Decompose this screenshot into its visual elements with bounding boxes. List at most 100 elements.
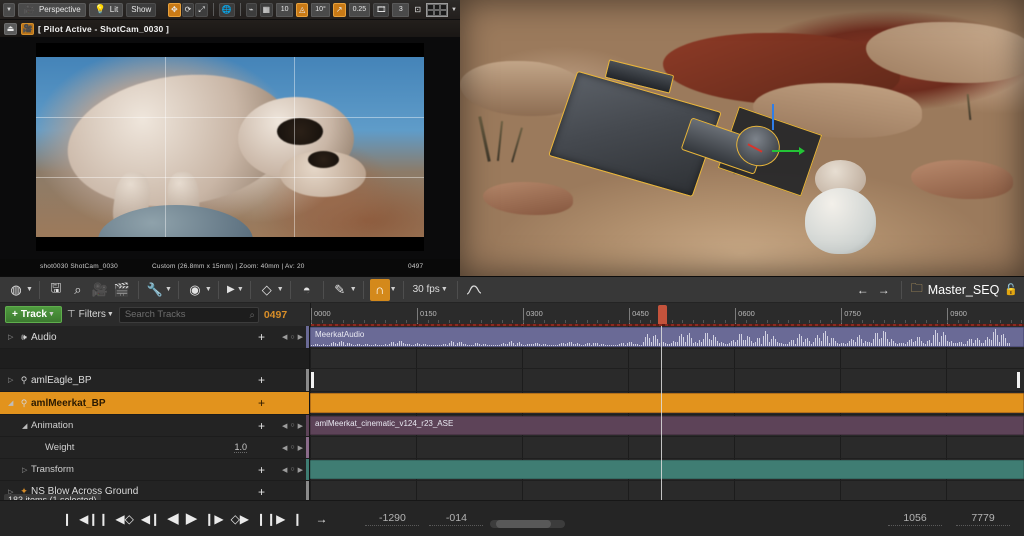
track-row-animation[interactable]: ◢Animation+◀○▶ bbox=[0, 415, 309, 437]
save-icon[interactable]: 🖫 bbox=[46, 279, 66, 301]
track-row-audio[interactable]: ▷🕪Audio+◀○▶ bbox=[0, 326, 309, 349]
camera-speed-value[interactable]: 3 bbox=[392, 3, 409, 17]
breadcrumb-title[interactable]: Master_SEQ bbox=[928, 283, 1000, 297]
track-row-weight[interactable]: Weight1.0◀○▶ bbox=[0, 437, 309, 459]
gizmo-x-axis[interactable] bbox=[772, 150, 800, 152]
timeline-lane[interactable] bbox=[310, 437, 1024, 459]
horizontal-scrollbar[interactable] bbox=[490, 520, 565, 528]
camera-pilot-icon[interactable]: 🎥 bbox=[21, 23, 34, 35]
previous-key-icon[interactable]: ◀ bbox=[282, 444, 287, 452]
track-row-amlmeerkat-bp[interactable]: ◢⚲amlMeerkat_BP+ bbox=[0, 392, 309, 415]
add-key-icon[interactable]: ○ bbox=[290, 466, 294, 473]
start-frame-field[interactable]: -1290 bbox=[365, 512, 419, 526]
globe-icon[interactable]: 🌐 bbox=[219, 3, 235, 17]
viewport-layout-icon[interactable] bbox=[426, 3, 448, 17]
out-frame-field[interactable]: 1056 bbox=[888, 512, 942, 526]
lock-icon[interactable]: 🔓 bbox=[1004, 283, 1018, 296]
eject-icon[interactable]: ⏏ bbox=[4, 23, 17, 35]
previous-key-icon[interactable]: ◀ bbox=[282, 422, 287, 430]
show-button[interactable]: Show bbox=[126, 3, 156, 17]
add-key-icon[interactable]: ○ bbox=[290, 334, 294, 341]
actions-wrench-icon[interactable]: 🔧 bbox=[145, 279, 165, 301]
add-track-section-button[interactable]: + bbox=[258, 464, 265, 476]
chevron-down-icon[interactable]: ▼ bbox=[165, 286, 172, 293]
camera-preview-frame[interactable] bbox=[36, 43, 424, 251]
playback-options-icon[interactable]: ▶ bbox=[225, 279, 237, 301]
curve-editor-icon[interactable] bbox=[464, 279, 484, 301]
jump-to-start-icon[interactable]: ❙ bbox=[62, 513, 72, 525]
meerkat-actor[interactable] bbox=[798, 160, 883, 254]
find-icon[interactable]: ⌕ bbox=[68, 279, 88, 301]
auto-key-icon[interactable]: ◓ bbox=[297, 279, 317, 301]
expander-open-icon[interactable]: ◢ bbox=[22, 422, 31, 430]
fps-dropdown[interactable]: 30 fps ▼ bbox=[410, 284, 451, 295]
timeline-lane[interactable] bbox=[310, 349, 1024, 369]
track-row-transform[interactable]: ▷Transform+◀○▶ bbox=[0, 459, 309, 481]
render-movie-icon[interactable]: 🎬 bbox=[112, 279, 132, 301]
step-forward-frames-icon[interactable]: ❙❙▶ bbox=[256, 513, 285, 525]
grid-snap-icon[interactable]: ▦ bbox=[260, 3, 274, 17]
grid-snap-value[interactable]: 10 bbox=[276, 3, 293, 17]
previous-key-icon[interactable]: ◀◇ bbox=[115, 513, 133, 525]
timeline-lane[interactable] bbox=[310, 459, 1024, 481]
expander-open-icon[interactable]: ◢ bbox=[8, 399, 17, 407]
rotation-snap-value[interactable]: 10° bbox=[311, 3, 330, 17]
previous-key-icon[interactable]: ◀ bbox=[282, 333, 287, 341]
lit-button[interactable]: 💡 Lit bbox=[89, 3, 123, 17]
search-tracks-input[interactable]: Search Tracks ⌕ bbox=[119, 307, 259, 323]
add-track-section-button[interactable]: + bbox=[258, 486, 265, 498]
view-options-eye-icon[interactable]: ◉ bbox=[185, 279, 205, 301]
shotcam-actor-selected[interactable] bbox=[539, 61, 798, 216]
next-key-icon[interactable]: ▶ bbox=[298, 466, 303, 474]
next-key-icon[interactable]: ▶ bbox=[298, 444, 303, 452]
left-viewport[interactable]: ▼ 🎥 Perspective 💡 Lit Show ✥ ⟳ ⤢ bbox=[0, 0, 460, 276]
next-key-icon[interactable]: ▶ bbox=[298, 333, 303, 341]
section-start-marker[interactable] bbox=[311, 372, 314, 388]
track-row-amleagle-bp[interactable]: ▷⚲amlEagle_BP+ bbox=[0, 369, 309, 392]
keyframe-diamond-icon[interactable]: ◇ bbox=[257, 279, 277, 301]
surface-snap-icon[interactable]: ⌁ bbox=[246, 3, 257, 17]
timeline-lane[interactable]: amlMeerkat_cinematic_v124_r23_ASE bbox=[310, 415, 1024, 437]
add-track-section-button[interactable]: + bbox=[258, 374, 265, 386]
timeline-section-selected[interactable] bbox=[310, 393, 1024, 413]
arrow-left-icon[interactable]: ← bbox=[855, 283, 871, 297]
timeline-lane[interactable]: MeerkatAudio bbox=[310, 326, 1024, 349]
scale-snap-value[interactable]: 0.25 bbox=[349, 3, 371, 17]
timeline-lane[interactable] bbox=[310, 392, 1024, 415]
snap-options-caret-icon[interactable]: ▼ bbox=[390, 286, 397, 293]
expander-closed-icon[interactable]: ▷ bbox=[8, 376, 17, 384]
gizmo-z-axis[interactable] bbox=[772, 104, 774, 130]
timeline-section-audio[interactable]: MeerkatAudio bbox=[310, 327, 1024, 347]
track-value-field[interactable]: 1.0 bbox=[234, 442, 247, 453]
jump-to-end-icon[interactable]: ❙ bbox=[292, 513, 302, 525]
timeline-section-animation[interactable]: amlMeerkat_cinematic_v124_r23_ASE bbox=[310, 416, 1024, 435]
timeline-section-transform[interactable] bbox=[310, 460, 1024, 479]
add-track-section-button[interactable]: + bbox=[258, 397, 265, 409]
add-track-button[interactable]: + Track ▼ bbox=[5, 306, 62, 323]
next-key-icon[interactable]: ▶ bbox=[298, 422, 303, 430]
snap-magnet-icon[interactable]: ∩ bbox=[370, 279, 390, 301]
step-forward-icon[interactable]: ❙▶ bbox=[204, 513, 223, 525]
chevron-down-icon[interactable]: ▼ bbox=[277, 286, 284, 293]
previous-key-icon[interactable]: ◀ bbox=[282, 466, 287, 474]
rotate-icon[interactable]: ⟳ bbox=[182, 3, 195, 17]
chevron-down-icon[interactable]: ▼ bbox=[26, 286, 33, 293]
chevron-down-icon[interactable]: ▼ bbox=[350, 286, 357, 293]
playhead-handle[interactable] bbox=[658, 305, 667, 324]
expander-closed-icon[interactable]: ▷ bbox=[8, 333, 17, 341]
edit-pencil-icon[interactable]: ✎ bbox=[330, 279, 350, 301]
end-frame-field[interactable]: 7779 bbox=[956, 512, 1010, 526]
in-frame-field[interactable]: -014 bbox=[429, 512, 483, 526]
step-back-frames-icon[interactable]: ◀❙❙ bbox=[79, 513, 108, 525]
rotation-snap-icon[interactable]: ◬ bbox=[296, 3, 308, 17]
step-back-icon[interactable]: ◀❙ bbox=[141, 513, 160, 525]
right-viewport[interactable] bbox=[460, 0, 1024, 276]
move-icon[interactable]: ✥ bbox=[168, 3, 181, 17]
filters-button[interactable]: ⊤ Filters ▼ bbox=[67, 309, 114, 320]
expander-closed-icon[interactable]: ▷ bbox=[22, 466, 31, 474]
add-track-section-button[interactable]: + bbox=[258, 420, 265, 432]
timeline-lanes[interactable]: MeerkatAudio amlMeerkat_cinematic_v124_r2… bbox=[310, 326, 1024, 508]
arrow-right-icon[interactable]: → bbox=[876, 283, 892, 297]
scale-snap-icon[interactable]: ↗ bbox=[333, 3, 346, 17]
chevron-down-icon[interactable]: ▼ bbox=[451, 7, 457, 13]
